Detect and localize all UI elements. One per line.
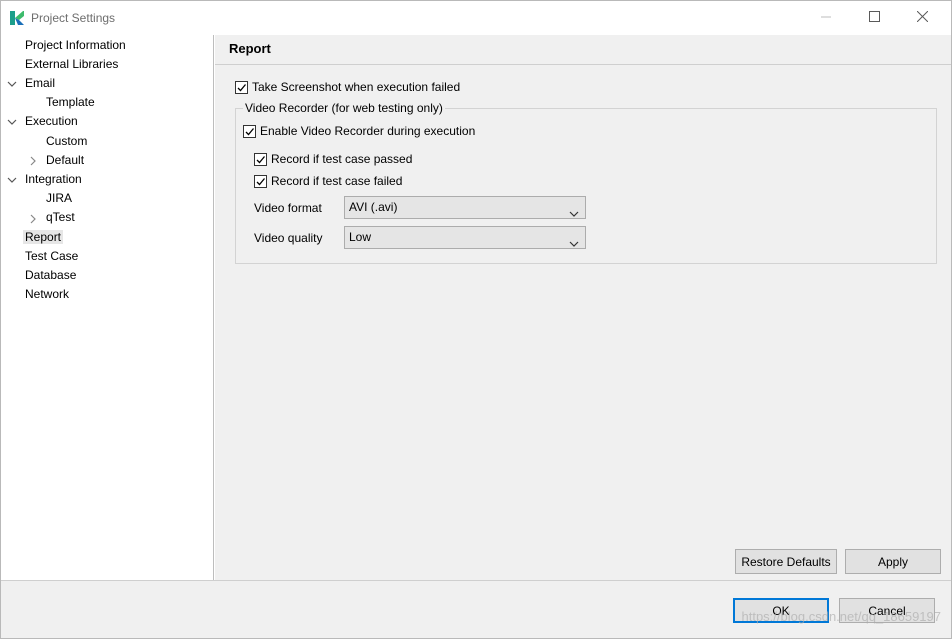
- sidebar-item-jira[interactable]: JIRA: [46, 189, 72, 208]
- video-quality-select[interactable]: Low: [344, 226, 586, 249]
- chevron-down-icon: [569, 204, 579, 225]
- record-failed-checkbox[interactable]: Record if test case failed: [254, 172, 402, 190]
- record-passed-checkbox[interactable]: Record if test case passed: [254, 150, 412, 168]
- video-format-label: Video format: [254, 201, 322, 215]
- enable-video-recorder-checkbox[interactable]: Enable Video Recorder during execution: [243, 122, 475, 140]
- katalon-logo-icon: [9, 10, 25, 26]
- chevron-down-icon: [569, 234, 579, 255]
- title-bar[interactable]: Project Settings: [1, 1, 951, 35]
- sidebar-item-label: Test Case: [25, 249, 79, 263]
- sidebar-item-integration[interactable]: Integration: [25, 170, 82, 189]
- report-settings-panel: Report Take Screenshot when execution fa…: [215, 35, 951, 580]
- page-title: Report: [229, 41, 271, 56]
- sidebar-item-email[interactable]: Email: [25, 74, 55, 93]
- chevron-down-icon[interactable]: [7, 117, 17, 127]
- minimize-icon: [821, 11, 831, 25]
- checkbox-label: Record if test case passed: [271, 152, 413, 166]
- checkbox-checked-icon: [235, 80, 248, 94]
- project-settings-window: Project Settings Project Information Ext…: [0, 0, 952, 639]
- video-quality-label: Video quality: [254, 231, 323, 245]
- select-value: Low: [349, 230, 372, 244]
- maximize-icon: [868, 11, 880, 25]
- sidebar-item-label: Email: [25, 76, 56, 90]
- sidebar-item-label: Network: [25, 287, 70, 301]
- sidebar-item-template[interactable]: Template: [46, 93, 95, 112]
- close-icon: [916, 10, 928, 25]
- sidebar-item-label: qTest: [46, 210, 75, 224]
- sidebar-item-external-libraries[interactable]: External Libraries: [25, 55, 118, 74]
- sidebar-item-label: Project Information: [25, 38, 126, 52]
- panel-header: Report: [215, 35, 951, 65]
- window-title: Project Settings: [31, 11, 116, 25]
- sidebar-item-label: Custom: [46, 134, 88, 148]
- sidebar-item-default[interactable]: Default: [46, 151, 84, 170]
- watermark-text: https://blog.csdn.net/qq_18659197: [741, 609, 942, 624]
- checkbox-label: Record if test case failed: [271, 174, 403, 188]
- checkbox-checked-icon: [254, 152, 267, 166]
- apply-button[interactable]: Apply: [845, 549, 941, 574]
- checkbox-label: Enable Video Recorder during execution: [260, 124, 476, 138]
- minimize-button[interactable]: [803, 1, 849, 35]
- select-value: AVI (.avi): [349, 200, 398, 214]
- take-screenshot-checkbox[interactable]: Take Screenshot when execution failed: [235, 78, 460, 96]
- sidebar-item-label: Template: [46, 95, 95, 109]
- sidebar-item-label: Default: [46, 153, 85, 167]
- sidebar-item-report[interactable]: Report: [23, 228, 64, 247]
- sidebar-item-test-case[interactable]: Test Case: [25, 247, 78, 266]
- sidebar-item-network[interactable]: Network: [25, 285, 69, 304]
- sidebar-item-label: External Libraries: [25, 57, 119, 71]
- sidebar-item-label: Database: [25, 268, 77, 282]
- chevron-right-icon[interactable]: [28, 156, 38, 166]
- sidebar-item-project-information[interactable]: Project Information: [25, 36, 126, 55]
- close-button[interactable]: [899, 1, 945, 35]
- sidebar-item-label: JIRA: [46, 191, 73, 205]
- checkbox-checked-icon: [243, 124, 256, 138]
- video-format-select[interactable]: AVI (.avi): [344, 196, 586, 219]
- checkbox-checked-icon: [254, 174, 267, 188]
- settings-tree: Project Information External Libraries E…: [1, 35, 214, 580]
- sidebar-item-label: Execution: [25, 114, 78, 128]
- sidebar-item-database[interactable]: Database: [25, 266, 76, 285]
- sidebar-item-qtest[interactable]: qTest: [46, 208, 75, 227]
- sidebar-item-label: Report: [23, 230, 64, 244]
- restore-defaults-button[interactable]: Restore Defaults: [735, 549, 837, 574]
- chevron-down-icon[interactable]: [7, 79, 17, 89]
- sidebar-item-execution[interactable]: Execution: [25, 112, 78, 131]
- video-recorder-legend: Video Recorder (for web testing only): [243, 101, 445, 115]
- sidebar-item-custom[interactable]: Custom: [46, 132, 87, 151]
- maximize-button[interactable]: [851, 1, 897, 35]
- chevron-right-icon[interactable]: [28, 214, 38, 224]
- checkbox-label: Take Screenshot when execution failed: [252, 80, 461, 94]
- dialog-footer: OK Cancel https://blog.csdn.net/qq_18659…: [1, 580, 951, 638]
- sidebar-item-label: Integration: [25, 172, 82, 186]
- chevron-down-icon[interactable]: [7, 175, 17, 185]
